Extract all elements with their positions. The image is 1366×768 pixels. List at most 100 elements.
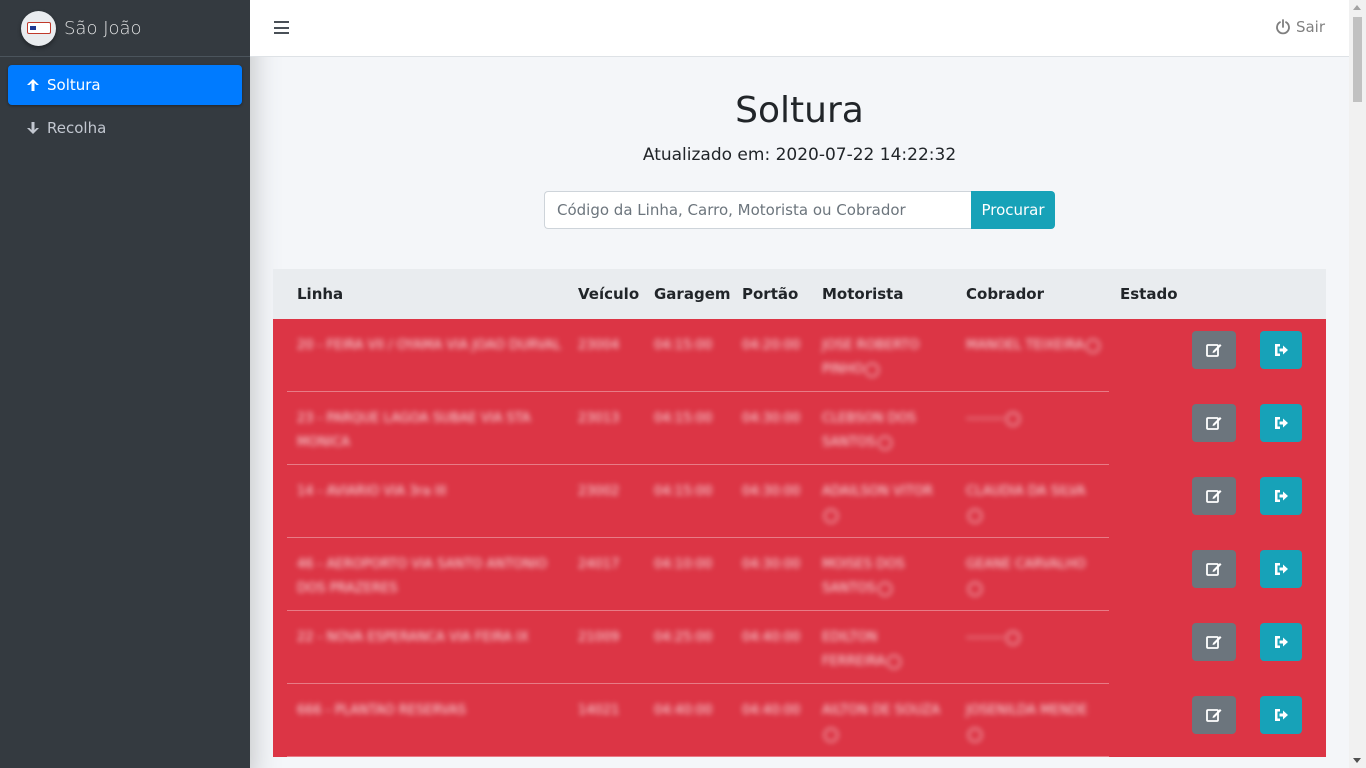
header-motorista: Motorista [822, 285, 904, 303]
edit-icon [1205, 706, 1223, 724]
header-estado: Estado [1120, 285, 1178, 303]
cell-linha: 14 - AVIARIO VIA 3ra III [297, 484, 447, 499]
info-icon[interactable] [1086, 338, 1100, 353]
cell-motorista: CLEBSON DOS SANTOS [822, 407, 944, 455]
sidebar-item-soltura[interactable]: Soltura [8, 65, 242, 105]
logout-link[interactable]: Sair [1275, 18, 1325, 36]
cell-cobrador: JOSENILDA MENDE [966, 699, 1101, 747]
release-button[interactable] [1260, 404, 1302, 442]
edit-icon [1205, 633, 1223, 651]
scroll-up-arrow[interactable] [1353, 5, 1361, 10]
info-icon[interactable] [877, 581, 892, 596]
arrow-down-icon [27, 122, 39, 134]
header-portao: Portão [742, 285, 799, 303]
cobrador-name: MANOEL TEIXEIRA [966, 338, 1084, 353]
sign-out-icon [1272, 341, 1290, 359]
cobrador-name: CLAUDIA DA SILVA [966, 484, 1086, 499]
sign-out-icon [1272, 414, 1290, 432]
info-icon[interactable] [824, 727, 838, 742]
scroll-down-arrow[interactable] [1353, 758, 1361, 763]
sign-out-icon [1272, 560, 1290, 578]
cell-cobrador: CLAUDIA DA SILVA [966, 480, 1101, 528]
cell-veiculo: 23004 [578, 338, 620, 353]
cell-motorista: ADAILSON VITOR [822, 480, 944, 528]
info-icon[interactable] [968, 727, 982, 742]
sidebar-item-label: Soltura [47, 76, 101, 94]
cell-cobrador: -------- [966, 626, 1101, 650]
cell-garagem: 04:25:00 [654, 630, 713, 645]
release-button[interactable] [1260, 696, 1302, 734]
scroll-thumb[interactable] [1353, 17, 1362, 102]
edit-icon [1205, 487, 1223, 505]
arrow-up-icon [27, 79, 39, 91]
cell-linha: 23 - PARQUE LAGOA SUBAE VIA STA MONICA [297, 411, 531, 450]
updated-timestamp: Atualizado em: 2020-07-22 14:22:32 [642, 145, 957, 165]
cell-portao: 04:40:00 [742, 630, 801, 645]
motorista-name: EDILTON FERREIRA [822, 630, 886, 669]
edit-button[interactable] [1192, 623, 1236, 661]
header-veiculo: Veículo [578, 285, 640, 303]
cell-cobrador: -------- [966, 407, 1101, 431]
menu-toggle-icon[interactable] [274, 21, 289, 34]
cell-linha: 22 - NOVA ESPERANCA VIA FEIRA IX [297, 630, 529, 645]
cobrador-name: GEANE CARVALHO [966, 557, 1086, 572]
edit-button[interactable] [1192, 696, 1236, 734]
table-row: 23 - PARQUE LAGOA SUBAE VIA STA MONICA 23… [273, 392, 1326, 465]
info-icon[interactable] [1005, 630, 1020, 645]
table-row: 20 - FEIRA VII / OYAMA VIA JOAO DURVAL 23… [273, 319, 1326, 392]
cobrador-name: -------- [966, 411, 1004, 426]
table-row: 22 - NOVA ESPERANCA VIA FEIRA IX 21009 04:… [273, 611, 1326, 684]
release-button[interactable] [1260, 477, 1302, 515]
sign-out-icon [1272, 487, 1290, 505]
info-icon[interactable] [887, 654, 902, 669]
sidebar-item-recolha[interactable]: Recolha [8, 108, 242, 148]
page-title: Soltura [735, 90, 864, 131]
table-body: 20 - FEIRA VII / OYAMA VIA JOAO DURVAL 23… [273, 319, 1326, 757]
soltura-table: Linha Veículo Garagem Portão Motorista C… [273, 269, 1326, 757]
edit-button[interactable] [1192, 331, 1236, 369]
sign-out-icon [1272, 633, 1290, 651]
cell-portao: 04:30:00 [742, 411, 801, 426]
edit-button[interactable] [1192, 477, 1236, 515]
release-button[interactable] [1260, 623, 1302, 661]
motorista-name: MOISES DOS SANTOS [822, 557, 905, 596]
motorista-name: ADAILSON VITOR [822, 484, 933, 499]
cell-motorista: MOISES DOS SANTOS [822, 553, 944, 601]
cell-garagem: 04:15:00 [654, 484, 713, 499]
edit-button[interactable] [1192, 550, 1236, 588]
info-icon[interactable] [968, 508, 982, 523]
main-content: Soltura Atualizado em: 2020-07-22 14:22:… [250, 57, 1349, 768]
sidebar-nav: Soltura Recolha [0, 57, 250, 159]
search-input[interactable] [544, 191, 971, 229]
cell-veiculo: 21009 [578, 630, 620, 645]
table-row: 666 - PLANTAO RESERVAS 14021 04:40:00 04:40… [273, 684, 1326, 757]
cell-motorista: AILTON DE SOUZA [822, 699, 944, 747]
release-button[interactable] [1260, 550, 1302, 588]
brand-logo [21, 10, 56, 46]
cell-linha: 20 - FEIRA VII / OYAMA VIA JOAO DURVAL [297, 338, 562, 353]
release-button[interactable] [1260, 331, 1302, 369]
sidebar-item-label: Recolha [47, 119, 107, 137]
power-icon [1276, 19, 1290, 35]
cell-garagem: 04:15:00 [654, 338, 713, 353]
table-header: Linha Veículo Garagem Portão Motorista C… [273, 269, 1326, 319]
edit-button[interactable] [1192, 404, 1236, 442]
info-icon[interactable] [1005, 411, 1020, 426]
info-icon[interactable] [877, 435, 892, 450]
cell-veiculo: 14021 [578, 703, 620, 718]
header-garagem: Garagem [654, 285, 731, 303]
info-icon[interactable] [824, 508, 838, 523]
cobrador-name: JOSENILDA MENDE [966, 703, 1088, 718]
page-scrollbar[interactable] [1349, 0, 1366, 768]
cell-motorista: EDILTON FERREIRA [822, 626, 944, 674]
brand[interactable]: São João [0, 0, 250, 57]
cell-veiculo: 24017 [578, 557, 620, 572]
info-icon[interactable] [968, 581, 982, 596]
brand-text: São João [64, 17, 142, 39]
sidebar: São João Soltura Recolha [0, 0, 250, 768]
top-navbar: Sair [250, 0, 1349, 57]
edit-icon [1205, 414, 1223, 432]
info-icon[interactable] [865, 362, 880, 377]
motorista-name: AILTON DE SOUZA [822, 703, 941, 718]
search-button[interactable]: Procurar [971, 191, 1055, 229]
